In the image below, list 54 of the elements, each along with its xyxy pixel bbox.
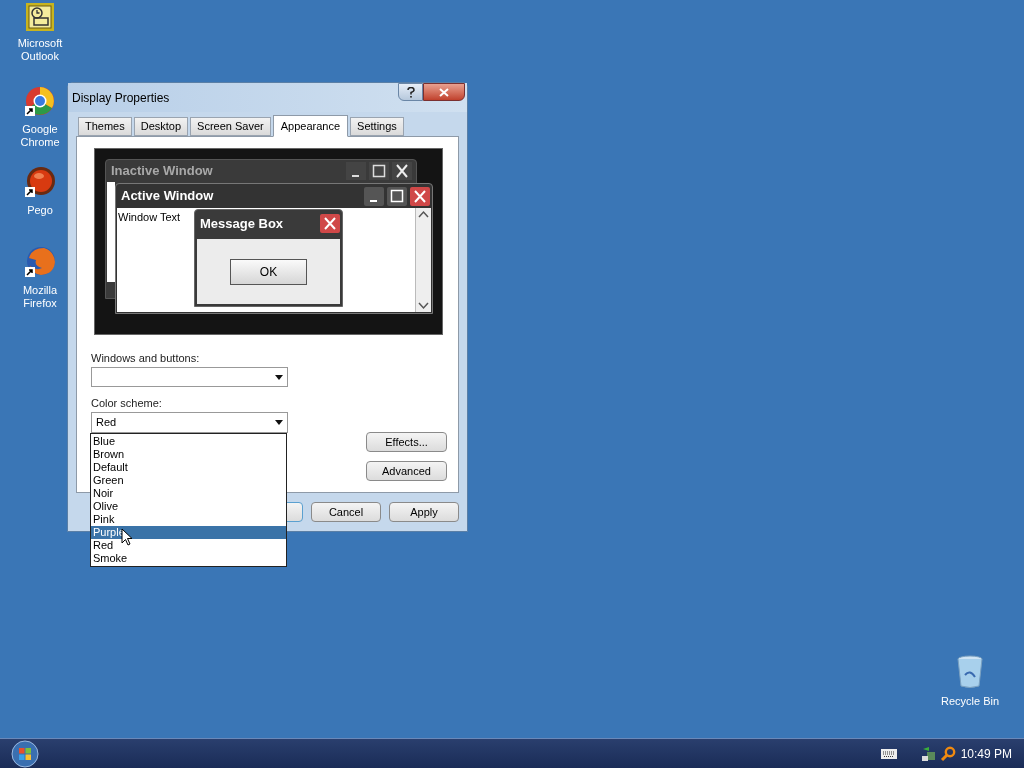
ball-icon [24,166,56,198]
icon-label[interactable]: Microsoft Outlook [8,37,72,63]
dropdown-option[interactable]: Green [91,474,286,487]
tab[interactable]: Appearance [272,115,349,137]
dropdown-option[interactable]: Brown [91,448,286,461]
dropdown-arrow-icon [275,374,283,380]
window-title: Display Properties [72,89,171,107]
button[interactable]: Cancel [311,502,381,522]
dropdown-option[interactable]: Blue [91,435,286,448]
ok-button[interactable]: OK [230,258,307,285]
dropdown-option[interactable]: Pink [91,513,286,526]
dropdown-option[interactable]: Smoke [91,552,286,565]
button[interactable]: Apply [389,502,459,522]
keyboard-icon[interactable] [880,748,897,759]
network-icon[interactable] [920,745,937,762]
field-label: Color scheme: [91,396,162,411]
minimize-icon [364,186,384,206]
button[interactable]: Advanced [366,461,447,481]
maximize-icon [369,162,389,180]
tab[interactable]: Settings [350,117,404,136]
minimize-icon [346,162,366,180]
color-scheme-dropdown[interactable]: Red [91,412,288,433]
close-icon [320,214,340,233]
field-label: Windows and buttons: [91,351,200,366]
clock[interactable]: 10:49 PM [960,744,1012,763]
window-title: Inactive Window [111,162,214,181]
search-icon[interactable] [939,745,956,762]
dropdown-option[interactable]: Red [91,539,286,552]
maximize-icon [387,186,407,206]
close-icon [410,186,430,206]
round-logo-icon [24,85,56,117]
button[interactable]: Effects... [366,432,447,452]
close-icon [439,87,449,97]
close-button[interactable] [423,83,465,101]
tab[interactable]: Screen Saver [190,117,271,136]
dropdown-arrow-icon [275,420,283,425]
close-icon [392,162,412,180]
calendar-icon [26,3,54,31]
tab[interactable]: Themes [78,117,132,136]
dropdown-value: Red [96,415,118,431]
dropdown-option[interactable]: Olive [91,500,286,513]
window-text: Window Text [117,210,181,225]
icon-label[interactable]: Recycle Bin [940,695,1000,708]
tab[interactable]: Desktop [133,117,189,136]
dropdown-option[interactable]: Default [91,461,286,474]
help-icon [406,86,415,98]
start-button[interactable] [11,739,39,768]
dropdown-option[interactable]: Noir [91,487,286,500]
fox-globe-icon [24,246,56,278]
message-box-title: Message Box [200,214,285,233]
window-title: Active Window [121,187,215,206]
trash-bin-icon [956,655,984,689]
help-button[interactable] [398,83,423,101]
windows-and-buttons-dropdown[interactable] [91,367,288,387]
